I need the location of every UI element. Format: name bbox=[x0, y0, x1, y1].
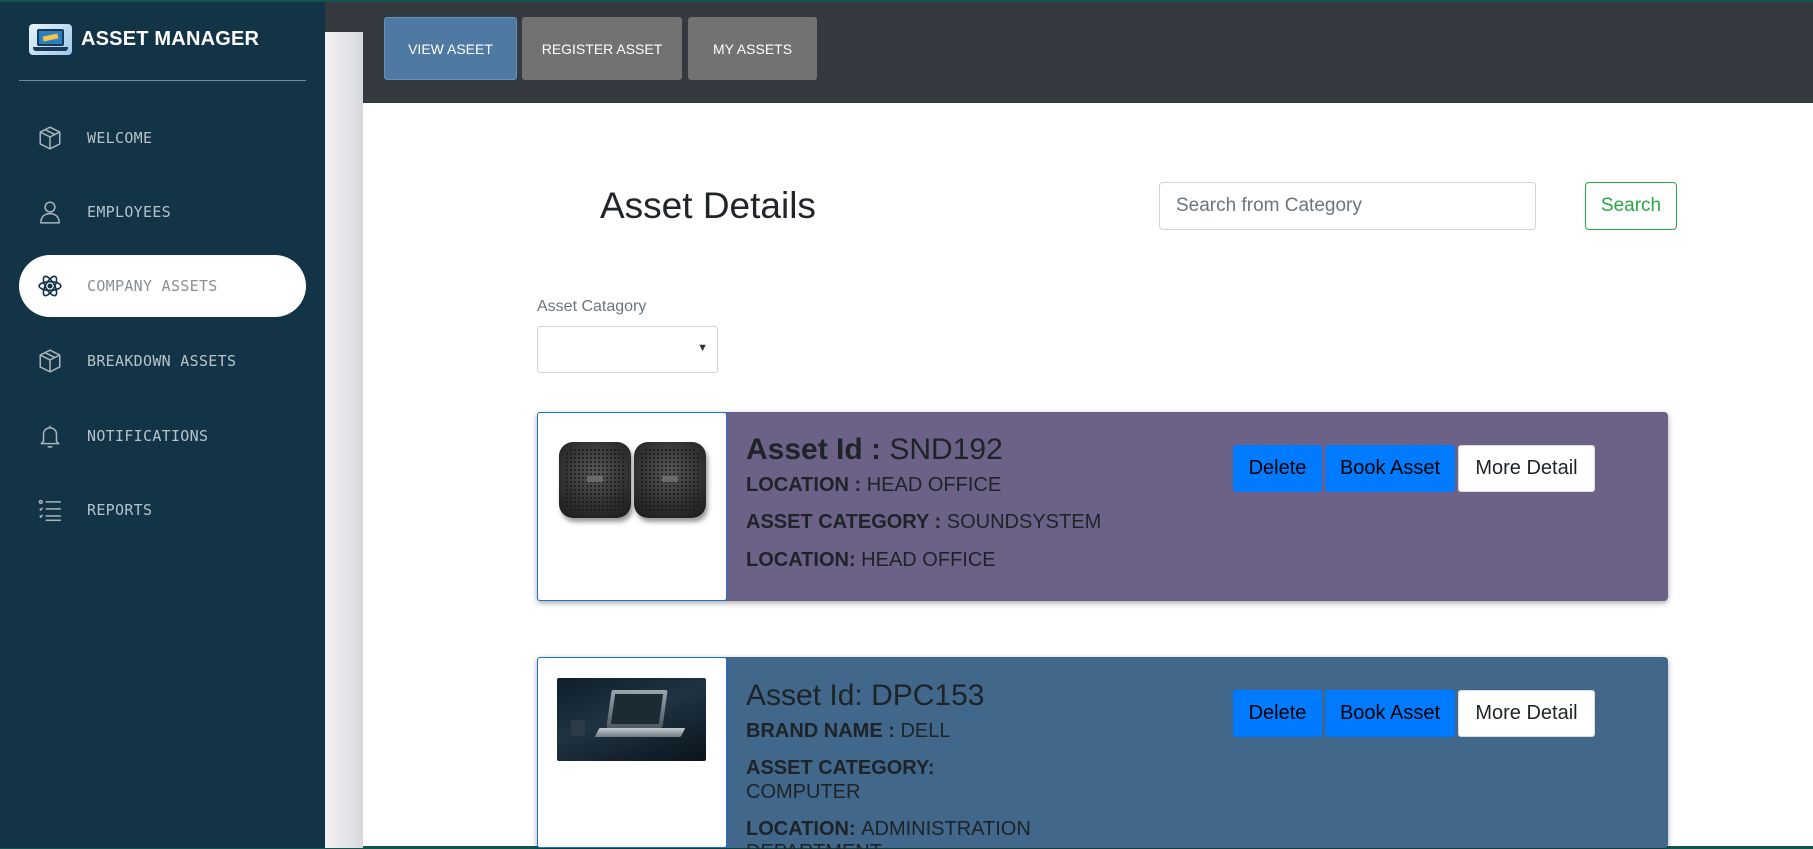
speaker-pair-image bbox=[537, 412, 727, 601]
sidebar-item-company-assets[interactable]: COMPANY ASSETS bbox=[19, 255, 306, 317]
tab-register-asset[interactable]: REGISTER ASSET bbox=[522, 17, 682, 80]
atom-icon bbox=[36, 272, 64, 300]
sidebar-item-notifications[interactable]: NOTIFICATIONS bbox=[19, 405, 306, 467]
asset-info: Asset Id : SND192 LOCATION : HEAD OFFICE… bbox=[746, 432, 1101, 572]
detail-key: LOCATION : bbox=[746, 474, 867, 496]
page-title: Asset Details bbox=[600, 185, 816, 226]
asset-card: Asset Id: DPC153 BRAND NAME : DELL ASSET… bbox=[537, 657, 1668, 849]
sidebar-item-breakdown-assets[interactable]: BREAKDOWN ASSETS bbox=[19, 330, 306, 392]
sidebar-item-label: EMPLOYEES bbox=[87, 203, 171, 221]
content-gutter bbox=[325, 2, 363, 848]
sidebar-item-label: REPORTS bbox=[87, 501, 153, 519]
asset-actions: Delete Book Asset More Detail bbox=[1233, 445, 1595, 492]
top-navbar: VIEW ASEET REGISTER ASSET MY ASSETS bbox=[363, 2, 1813, 103]
box-icon bbox=[36, 124, 64, 152]
detail-key: LOCATION: bbox=[746, 818, 862, 840]
brand[interactable]: ASSET MANAGER bbox=[29, 24, 259, 55]
book-asset-button[interactable]: Book Asset bbox=[1325, 690, 1455, 737]
detail-value: COMPUTER bbox=[746, 781, 861, 803]
asset-id-value: SND192 bbox=[889, 433, 1003, 466]
asset-detail-line: LOCATION : HEAD OFFICE bbox=[746, 473, 1101, 497]
user-icon bbox=[36, 198, 64, 226]
caret-down-icon: ▼ bbox=[697, 342, 708, 354]
asset-detail-line: LOCATION: HEAD OFFICE bbox=[746, 548, 1101, 572]
more-detail-button[interactable]: More Detail bbox=[1458, 445, 1595, 492]
sidebar-item-employees[interactable]: EMPLOYEES bbox=[19, 181, 306, 243]
category-filter-label: Asset Catagory bbox=[537, 298, 647, 315]
gutter-top bbox=[325, 2, 363, 32]
sidebar-item-reports[interactable]: REPORTS bbox=[19, 479, 306, 541]
asset-id: Asset Id : SND192 bbox=[746, 432, 1101, 468]
asset-id: Asset Id: DPC153 bbox=[746, 678, 1046, 714]
asset-id-label: Asset Id: bbox=[746, 679, 872, 712]
detail-key: BRAND NAME : bbox=[746, 720, 901, 742]
sidebar-item-label: NOTIFICATIONS bbox=[87, 427, 209, 445]
search-button[interactable]: Search bbox=[1585, 182, 1677, 230]
asset-detail-line: ASSET CATEGORY : SOUNDSYSTEM bbox=[746, 510, 1101, 534]
asset-id-label: Asset Id : bbox=[746, 433, 890, 466]
tab-my-assets[interactable]: MY ASSETS bbox=[688, 17, 817, 80]
asset-detail-line: BRAND NAME : DELL bbox=[746, 719, 1046, 743]
sidebar-divider bbox=[19, 80, 306, 81]
bell-icon bbox=[36, 422, 64, 450]
sidebar-item-label: WELCOME bbox=[87, 129, 153, 147]
more-detail-button[interactable]: More Detail bbox=[1458, 690, 1595, 737]
delete-button[interactable]: Delete bbox=[1233, 690, 1322, 737]
book-asset-button[interactable]: Book Asset bbox=[1325, 445, 1455, 492]
detail-value: DELL bbox=[900, 720, 951, 742]
category-select[interactable]: ▼ bbox=[537, 326, 718, 373]
detail-key: LOCATION: bbox=[746, 549, 862, 571]
sidebar-item-label: COMPANY ASSETS bbox=[87, 277, 218, 295]
detail-key: ASSET CATEGORY : bbox=[746, 511, 947, 533]
asset-info: Asset Id: DPC153 BRAND NAME : DELL ASSET… bbox=[746, 678, 1046, 849]
asset-id-value: DPC153 bbox=[871, 679, 985, 712]
list-icon bbox=[36, 496, 64, 524]
search-input[interactable] bbox=[1159, 182, 1536, 230]
asset-detail-line: ASSET CATEGORY: COMPUTER bbox=[746, 756, 1046, 804]
asset-detail-line: LOCATION: ADMINISTRATION DEPARTMENT bbox=[746, 818, 1046, 849]
app-title: ASSET MANAGER bbox=[81, 28, 260, 50]
sidebar-item-welcome[interactable]: WELCOME bbox=[19, 107, 306, 169]
asset-card: Asset Id : SND192 LOCATION : HEAD OFFICE… bbox=[537, 412, 1668, 601]
delete-button[interactable]: Delete bbox=[1233, 445, 1322, 492]
laptop-logo-icon bbox=[29, 24, 72, 55]
detail-key: ASSET CATEGORY: bbox=[746, 757, 935, 779]
box-icon bbox=[36, 347, 64, 375]
tab-view-asset[interactable]: VIEW ASEET bbox=[384, 17, 517, 80]
laptop-image bbox=[537, 657, 727, 848]
detail-value: SOUNDSYSTEM bbox=[946, 511, 1102, 533]
asset-actions: Delete Book Asset More Detail bbox=[1233, 690, 1595, 737]
detail-value: HEAD OFFICE bbox=[866, 474, 1002, 496]
sidebar-item-label: BREAKDOWN ASSETS bbox=[87, 352, 237, 370]
detail-value: HEAD OFFICE bbox=[861, 549, 996, 571]
sidebar: ASSET MANAGER WELCOME EMPLOYEES COMPANY … bbox=[0, 2, 325, 848]
